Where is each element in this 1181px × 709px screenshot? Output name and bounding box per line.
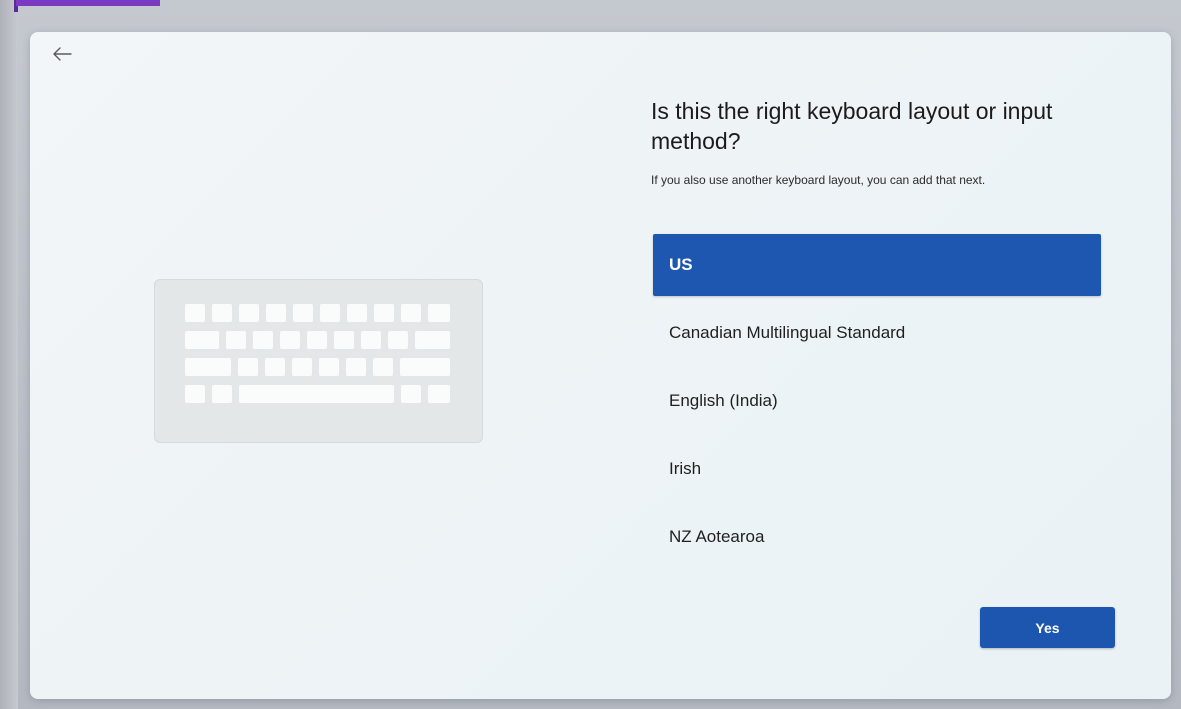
layout-option-english-india[interactable]: English (India) (653, 370, 1101, 432)
keyboard-layout-list: US Canadian Multilingual Standard Englis… (653, 234, 1101, 574)
page-subtitle: If you also use another keyboard layout,… (651, 173, 986, 187)
taskbar-accent (16, 0, 160, 6)
yes-button[interactable]: Yes (980, 607, 1115, 648)
layout-option-canadian-multilingual-standard[interactable]: Canadian Multilingual Standard (653, 302, 1101, 364)
keyboard-icon (154, 279, 483, 443)
arrow-left-icon (53, 47, 72, 61)
screen: Is this the right keyboard layout or inp… (0, 0, 1181, 709)
setup-window: Is this the right keyboard layout or inp… (30, 32, 1171, 699)
page-title: Is this the right keyboard layout or inp… (651, 98, 1053, 154)
layout-option-nz-aotearoa[interactable]: NZ Aotearoa (653, 506, 1101, 568)
background-edge (0, 0, 18, 709)
back-button[interactable] (46, 40, 78, 68)
layout-option-us[interactable]: US (653, 234, 1101, 296)
question-panel: Is this the right keyboard layout or inp… (651, 96, 1141, 187)
layout-option-irish[interactable]: Irish (653, 438, 1101, 500)
